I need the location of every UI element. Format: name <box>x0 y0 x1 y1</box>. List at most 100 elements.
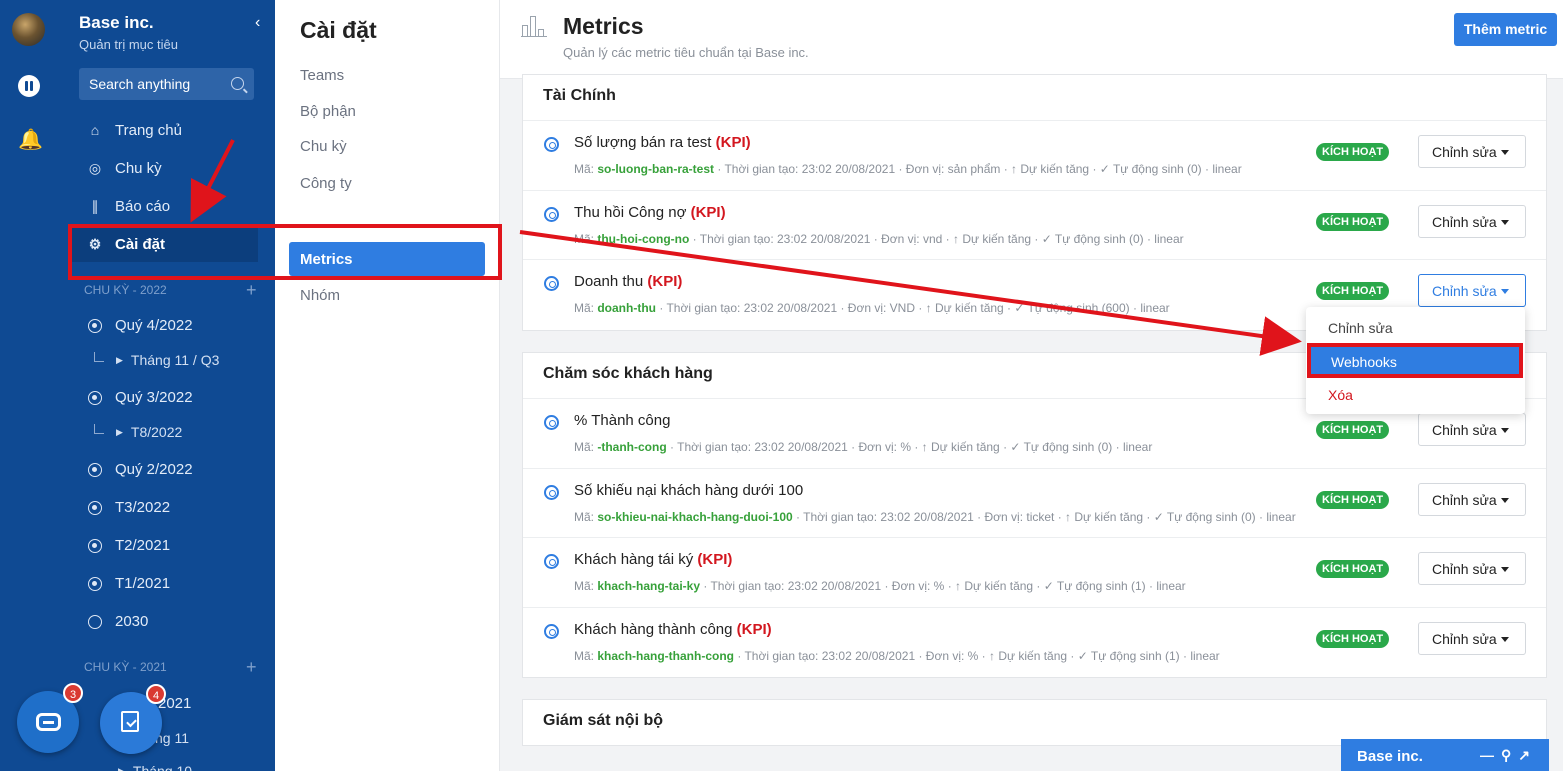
edit-dropdown-button[interactable]: Chỉnh sửa <box>1418 621 1526 655</box>
metric-row: Thu hồi Công nợ (KPI) Mã: thu-hoi-cong-n… <box>523 191 1546 260</box>
caret-down-icon <box>1501 567 1509 572</box>
metric-name[interactable]: Khách hàng thành công (KPI) <box>574 621 772 638</box>
cycle-item[interactable]: T3/2022 <box>88 499 170 516</box>
kpi-tag: (KPI) <box>736 620 772 638</box>
cycle-icon <box>88 576 102 591</box>
chat-icon <box>36 713 61 731</box>
edit-dropdown-button[interactable]: Chỉnh sửa <box>1418 204 1526 238</box>
page-subtitle: Quản lý các metric tiêu chuẩn tại Base i… <box>563 45 809 60</box>
external-link-icon: ↗ <box>1518 747 1537 763</box>
cycle-item[interactable]: Quý 4/2022 <box>88 317 193 334</box>
org-subtitle: Quản trị mục tiêu <box>79 37 178 52</box>
edit-dropdown-button[interactable]: Chỉnh sửa <box>1418 482 1526 516</box>
edit-dropdown-button[interactable]: Chỉnh sửa <box>1418 413 1526 446</box>
metric-meta: Mã: -thanh-cong · Thời gian tạo: 23:02 2… <box>574 440 1153 454</box>
target-icon <box>544 415 559 430</box>
status-badge: KÍCH HOẠT <box>1316 143 1390 161</box>
minimize-icon: — <box>1480 747 1501 763</box>
subcycle-item[interactable]: ▶ T8/2022 <box>94 424 182 440</box>
metric-name[interactable]: Số lượng bán ra test (KPI) <box>574 134 751 151</box>
home-icon: ⌂ <box>90 122 100 138</box>
status-badge: KÍCH HOẠT <box>1316 421 1390 439</box>
nav-label: Báo cáo <box>115 197 171 215</box>
target-icon <box>544 623 559 639</box>
chat-count-badge: 3 <box>63 683 83 703</box>
add-cycle-icon[interactable]: + <box>246 280 257 301</box>
status-badge: KÍCH HOẠT <box>1316 490 1390 509</box>
settings-item-metrics[interactable]: Metrics <box>289 242 485 276</box>
settings-item-company[interactable]: Công ty <box>300 175 352 192</box>
subcycle-item[interactable]: ▶ Tháng 10 <box>118 763 192 771</box>
kpi-tag: (KPI) <box>647 273 683 290</box>
settings-item-groups[interactable]: Nhóm <box>300 287 340 304</box>
bar-chart-icon <box>521 15 547 37</box>
settings-item-departments[interactable]: Bộ phận <box>300 103 356 120</box>
search-icon <box>231 77 244 90</box>
task-fab-button[interactable]: 4 <box>100 684 166 754</box>
edit-dropdown-button[interactable]: Chỉnh sửa <box>1418 135 1526 168</box>
chat-bar[interactable]: Base inc. —⚲↗ <box>1341 739 1549 771</box>
metric-meta: Mã: khach-hang-thanh-cong · Thời gian tạ… <box>574 648 1220 663</box>
cycle-item[interactable]: Quý 3/2022 <box>88 389 193 406</box>
metric-row: Khách hàng tái ký (KPI) Mã: khach-hang-t… <box>523 538 1546 608</box>
cycle-item[interactable]: T2/2021 <box>88 537 170 554</box>
pulse-icon[interactable] <box>18 75 40 97</box>
task-count-badge: 4 <box>146 684 166 704</box>
metric-row: Số lượng bán ra test (KPI) Mã: so-luong-… <box>523 121 1546 191</box>
chat-bar-controls[interactable]: —⚲↗ <box>1480 747 1537 764</box>
nav-item-settings[interactable]: ⚙ Cài đặt <box>70 226 258 262</box>
caret-right-icon: ▶ <box>116 426 123 437</box>
nav-item-reports[interactable]: ∥ Báo cáo <box>70 188 258 224</box>
metric-row: Số khiếu nại khách hàng dưới 100 Mã: so-… <box>523 469 1546 538</box>
metric-name[interactable]: Khách hàng tái ký (KPI) <box>574 551 732 568</box>
clipboard-check-icon <box>121 711 139 732</box>
cycle-item[interactable]: Quý 2/2022 <box>88 461 193 478</box>
nav-label: Chu kỳ <box>115 159 162 177</box>
settings-item-teams[interactable]: Teams <box>300 67 344 84</box>
menu-item-edit[interactable]: Chỉnh sửa <box>1306 313 1525 343</box>
caret-right-icon: ▶ <box>116 354 123 365</box>
settings-panel: Cài đặt Teams Bộ phận Chu kỳ Công ty Met… <box>275 0 500 771</box>
metric-meta: Mã: khach-hang-tai-ky · Thời gian tạo: 2… <box>574 579 1186 593</box>
add-cycle-icon[interactable]: + <box>246 657 257 678</box>
cycle-item[interactable]: T1/2021 <box>88 575 170 592</box>
status-badge: KÍCH HOẠT <box>1316 629 1390 648</box>
icon-rail: 🔔 <box>0 0 58 771</box>
caret-down-icon <box>1501 289 1509 294</box>
menu-item-webhooks[interactable]: Webhooks <box>1309 347 1522 377</box>
search-input[interactable]: Search anything <box>79 68 254 100</box>
settings-item-cycles[interactable]: Chu kỳ <box>300 138 347 155</box>
nav-item-home[interactable]: ⌂ Trang chủ <box>70 112 258 148</box>
target-icon <box>544 137 559 152</box>
cycle-icon <box>88 390 102 405</box>
group-title: Tài Chính <box>523 75 1546 121</box>
edit-dropdown-button[interactable]: Chỉnh sửa <box>1418 274 1526 307</box>
subcycle-item[interactable]: ▶ Tháng 11 / Q3 <box>94 352 219 368</box>
collapse-chevron-icon[interactable]: ‹ <box>255 14 260 32</box>
metric-name[interactable]: Số khiếu nại khách hàng dưới 100 <box>574 482 803 499</box>
section-header-2022: CHU KỲ - 2022 <box>84 283 167 297</box>
caret-down-icon <box>1501 636 1509 642</box>
chat-fab-button[interactable]: 3 <box>17 683 83 753</box>
add-metric-button[interactable]: Thêm metric <box>1454 13 1557 46</box>
target-icon <box>544 484 559 500</box>
chart-icon: ∥ <box>91 197 99 214</box>
cycle-item[interactable]: 2030 <box>88 613 148 630</box>
nav-item-cycles[interactable]: ◎ Chu kỳ <box>70 150 258 186</box>
settings-title: Cài đặt <box>300 17 377 43</box>
kpi-tag: (KPI) <box>715 134 751 151</box>
bell-icon[interactable]: 🔔 <box>18 128 43 152</box>
avatar[interactable] <box>12 13 45 46</box>
cycle-icon <box>88 538 102 553</box>
metric-name[interactable]: % Thành công <box>574 412 670 429</box>
target-icon <box>544 554 559 569</box>
page-title: Metrics <box>563 13 644 39</box>
org-name: Base inc. <box>79 13 154 32</box>
metric-name[interactable]: Thu hồi Công nợ (KPI) <box>574 204 726 221</box>
menu-item-delete[interactable]: Xóa <box>1306 380 1525 410</box>
target-icon <box>544 206 559 222</box>
metric-name[interactable]: Doanh thu (KPI) <box>574 273 682 290</box>
chat-bar-title: Base inc. <box>1357 748 1423 765</box>
edit-dropdown-button[interactable]: Chỉnh sửa <box>1418 552 1526 585</box>
sidebar: Base inc. Quản trị mục tiêu ‹ Search any… <box>58 0 275 771</box>
